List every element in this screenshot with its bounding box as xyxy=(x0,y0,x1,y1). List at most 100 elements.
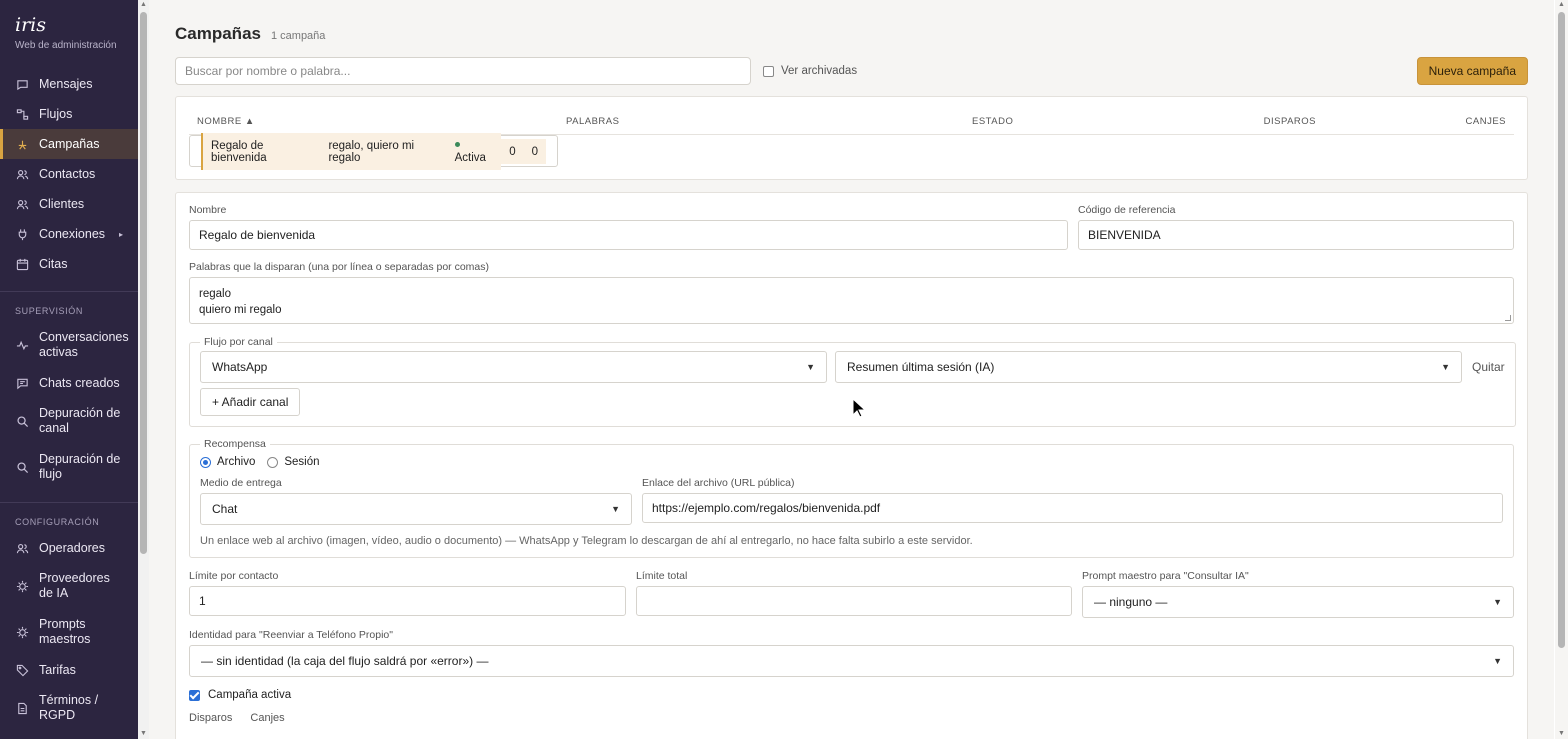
tab-redeems[interactable]: Canjes xyxy=(250,712,284,724)
column-header-words[interactable]: PALABRAS xyxy=(558,110,964,135)
show-archived-toggle[interactable]: Ver archivadas xyxy=(763,65,857,77)
stats-tabs: Disparos Canjes xyxy=(189,712,1514,724)
sidebar-item-tarifas[interactable]: Tarifas xyxy=(0,655,138,685)
channel-select[interactable]: WhatsApp ▼ xyxy=(200,351,827,383)
sidebar-scroll-thumb[interactable] xyxy=(140,12,147,554)
radio-unselected-icon[interactable] xyxy=(267,456,279,468)
sidebar-item-contactos[interactable]: Contactos xyxy=(0,159,138,189)
table-header-row: NOMBRE ▲ PALABRAS ESTADO DISPAROS CANJES xyxy=(189,110,1514,135)
sidebar-item-label: Clientes xyxy=(39,197,85,211)
sidebar-item-label: Mensajes xyxy=(39,77,93,91)
campaigns-table-card: NOMBRE ▲ PALABRAS ESTADO DISPAROS CANJES… xyxy=(175,96,1528,180)
radio-selected-icon[interactable] xyxy=(200,456,211,468)
reward-session-radio[interactable]: Sesión xyxy=(267,456,320,468)
sidebar-item-flujos[interactable]: Flujos xyxy=(0,99,138,129)
sidebar-item-label: Depuración de canal xyxy=(39,406,121,435)
campaign-form: Nombre Regalo de bienvenida Código de re… xyxy=(175,192,1528,739)
reward-file-label: Archivo xyxy=(217,456,256,468)
sidebar-item-campanas[interactable]: Campañas xyxy=(0,129,138,159)
resize-handle[interactable] xyxy=(1505,315,1511,321)
identity-label: Identidad para "Reenviar a Teléfono Prop… xyxy=(189,629,393,641)
sidebar-item-prompts[interactable]: Prompts maestros xyxy=(0,609,138,655)
search-icon xyxy=(15,460,29,474)
column-header-redeems[interactable]: CANJES xyxy=(1324,110,1514,135)
delivery-select-value: Chat xyxy=(212,502,238,516)
campaigns-table: NOMBRE ▲ PALABRAS ESTADO DISPAROS CANJES… xyxy=(189,110,1514,170)
show-archived-checkbox[interactable] xyxy=(763,65,774,77)
delivery-select[interactable]: Chat ▼ xyxy=(200,493,632,525)
limit-contact-input[interactable]: 1 xyxy=(189,586,626,616)
reward-help-text: Un enlace web al archivo (imagen, vídeo,… xyxy=(200,535,973,547)
sidebar-item-depuracion-canal[interactable]: Depuración de canal xyxy=(0,398,138,444)
file-url-input[interactable]: https://ejemplo.com/regalos/bienvenida.p… xyxy=(642,493,1503,523)
sidebar-item-conexiones[interactable]: Conexiones ▸ xyxy=(0,219,138,249)
brand: iris Web de administración xyxy=(0,0,138,61)
sidebar-item-terminos[interactable]: Términos / RGPD xyxy=(0,685,138,731)
sidebar-item-operadores[interactable]: Operadores xyxy=(0,533,138,563)
remove-channel-link[interactable]: Quitar xyxy=(1472,360,1505,374)
add-channel-button[interactable]: + Añadir canal xyxy=(200,388,301,416)
chevron-down-icon: ▼ xyxy=(1441,362,1450,372)
identity-select-value: — sin identidad (la caja del flujo saldr… xyxy=(201,654,489,668)
sidebar-item-depuracion-flujo[interactable]: Depuración de flujo xyxy=(0,444,138,490)
column-header-shots[interactable]: DISPAROS xyxy=(1194,110,1324,135)
scroll-down-arrow-icon[interactable]: ▼ xyxy=(1555,729,1568,739)
sidebar-item-label: Flujos xyxy=(39,107,73,121)
ref-code-input[interactable]: BIENVENIDA xyxy=(1078,220,1514,250)
sidebar-item-conversaciones[interactable]: Conversaciones activas xyxy=(0,322,138,368)
sidebar-scrollbar[interactable]: ▲ ▼ xyxy=(138,0,149,739)
main-scroll-thumb[interactable] xyxy=(1558,12,1565,648)
sidebar-item-label: Contactos xyxy=(39,167,96,181)
reward-group: Recompensa Archivo Sesión Medio de entre… xyxy=(189,438,1514,558)
cell-shots: 0 xyxy=(501,138,524,164)
main-scrollbar[interactable]: ▲ ▼ xyxy=(1555,0,1568,739)
campaign-icon xyxy=(15,137,29,151)
field-identity: Identidad para "Reenviar a Teléfono Prop… xyxy=(189,629,1514,677)
scroll-up-arrow-icon[interactable]: ▲ xyxy=(138,0,149,10)
cell-status: Activa xyxy=(446,132,502,170)
sidebar-item-mensajes[interactable]: Mensajes xyxy=(0,69,138,99)
search-input[interactable] xyxy=(175,57,751,85)
campaign-active-label: Campaña activa xyxy=(208,689,292,701)
sidebar-item-label: Chats creados xyxy=(39,376,120,390)
sidebar-item-clientes[interactable]: Clientes xyxy=(0,189,138,219)
reward-type-radios: Archivo Sesión xyxy=(200,456,1503,468)
chevron-down-icon: ▼ xyxy=(806,362,815,372)
channel-flow-group: Flujo por canal WhatsApp ▼ Resumen últim… xyxy=(189,336,1516,427)
sidebar-item-citas[interactable]: Citas xyxy=(0,249,138,279)
field-prompt: Prompt maestro para "Consultar IA" — nin… xyxy=(1082,570,1514,618)
limit-total-label: Límite total xyxy=(636,570,688,582)
reward-file-radio[interactable]: Archivo xyxy=(200,456,255,468)
form-row-name: Nombre Regalo de bienvenida Código de re… xyxy=(189,204,1514,250)
prompt-select-value: — ninguno — xyxy=(1094,595,1168,609)
table-row[interactable]: Regalo de bienvenida regalo, quiero mi r… xyxy=(189,132,558,170)
field-name: Nombre Regalo de bienvenida xyxy=(189,204,1068,250)
scroll-up-arrow-icon[interactable]: ▲ xyxy=(1555,0,1568,10)
chevron-down-icon: ▼ xyxy=(611,504,620,514)
document-icon xyxy=(15,701,29,715)
column-header-name[interactable]: NOMBRE ▲ xyxy=(189,110,558,135)
prompt-select[interactable]: — ninguno — ▼ xyxy=(1082,586,1514,618)
sidebar-item-label: Conversaciones activas xyxy=(39,330,129,359)
sidebar-item-label: Términos / RGPD xyxy=(39,693,99,722)
campaign-active-toggle[interactable]: Campaña activa xyxy=(189,689,1514,701)
scroll-down-arrow-icon[interactable]: ▼ xyxy=(138,729,149,739)
flow-select[interactable]: Resumen última sesión (IA) ▼ xyxy=(835,351,1462,383)
sidebar-item-chats[interactable]: Chats creados xyxy=(0,368,138,398)
words-label: Palabras que la disparan (una por línea … xyxy=(189,261,490,273)
tab-shots[interactable]: Disparos xyxy=(189,712,232,724)
identity-select[interactable]: — sin identidad (la caja del flujo saldr… xyxy=(189,645,1514,677)
users-icon xyxy=(15,197,29,211)
limit-total-input[interactable] xyxy=(636,586,1072,616)
field-limit-total: Límite total xyxy=(636,570,1072,618)
trigger-words-textarea[interactable]: regalo quiero mi regalo xyxy=(189,277,1514,324)
chevron-down-icon: ▼ xyxy=(1493,656,1502,666)
sidebar-item-proveedores[interactable]: Proveedores de IA xyxy=(0,563,138,609)
column-header-status[interactable]: ESTADO xyxy=(964,110,1194,135)
campaign-active-checkbox[interactable] xyxy=(189,689,200,701)
page-title: Campañas xyxy=(175,24,261,43)
sidebar-section-configuracion: CONFIGURACIÓN xyxy=(15,517,100,527)
pulse-icon xyxy=(15,338,29,352)
name-input[interactable]: Regalo de bienvenida xyxy=(189,220,1068,250)
new-campaign-button[interactable]: Nueva campaña xyxy=(1416,57,1528,85)
